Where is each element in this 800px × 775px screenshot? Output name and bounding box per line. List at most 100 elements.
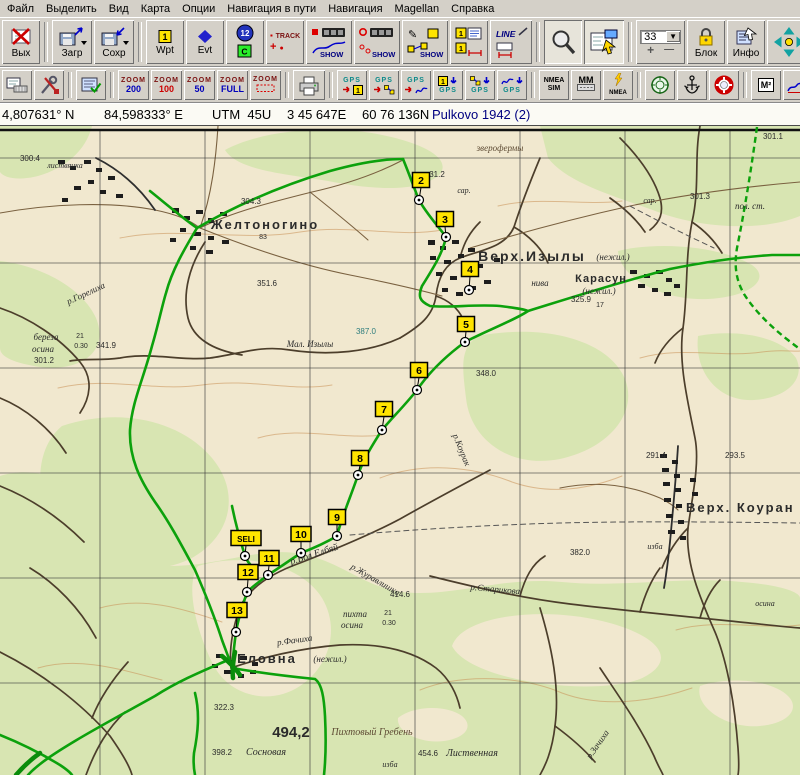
waypoint-button[interactable]: 1Wpt — [146, 20, 184, 64]
zoom-full-button[interactable]: ZOOMFULL — [217, 70, 248, 100]
map-label: пихта — [343, 609, 368, 619]
moving-map-icon: MM — [577, 76, 595, 94]
map-label: 301.2 — [34, 356, 55, 365]
map-label: береза — [34, 332, 59, 342]
load-button[interactable]: Загр — [52, 20, 92, 64]
map-label: листвянка — [46, 161, 82, 170]
gps-download-track-button[interactable]: GPS — [497, 70, 527, 100]
print-button[interactable] — [293, 70, 325, 100]
track-points-show-icon: SHOW — [358, 26, 396, 59]
printer-icon — [296, 74, 322, 96]
nmea-sim-button[interactable]: NMEASIM — [539, 70, 569, 100]
exit-button[interactable]: Вых — [2, 20, 40, 64]
zoom-tool-button[interactable] — [544, 20, 582, 64]
track-show-button[interactable]: SHOW — [306, 20, 352, 64]
pan-control[interactable]: ✕ — [767, 20, 800, 64]
village-block — [456, 292, 463, 296]
anchor-button[interactable] — [677, 70, 707, 100]
village-block — [84, 160, 91, 164]
gps-download-route-button[interactable]: GPS — [465, 70, 495, 100]
route-show-button[interactable]: ✎SHOW — [402, 20, 448, 64]
svg-text:12: 12 — [241, 29, 250, 38]
line-tool-button[interactable]: LINE — [490, 20, 532, 64]
profile-chart-icon — [786, 76, 800, 94]
route-show-icon: ✎SHOW — [406, 26, 444, 59]
zoom-window-button[interactable]: ZOOM — [250, 70, 281, 100]
gps-download-waypoints-button[interactable]: 1GPS — [433, 70, 463, 100]
village-block — [630, 270, 637, 274]
zoom-100-button[interactable]: ZOOM100 — [151, 70, 182, 100]
map-label: 454.6 — [418, 749, 439, 758]
menu-item-8[interactable]: Справка — [446, 2, 501, 16]
gps-upload-route-button[interactable]: GPS — [369, 70, 399, 100]
village-block — [664, 292, 671, 296]
toolbar-separator — [628, 22, 632, 62]
comment-count-button[interactable]: 12C — [226, 20, 264, 64]
event-diamond-icon — [196, 29, 214, 44]
man-overboard-button[interactable] — [709, 70, 739, 100]
nmea-button[interactable]: NMEA — [603, 70, 633, 100]
menu-item-5[interactable]: Навигация в пути — [222, 2, 323, 16]
svg-text:1: 1 — [441, 79, 445, 86]
track-record-control[interactable]: ▪ TRACK+ ● — [266, 20, 304, 64]
zoom-level-control[interactable]: 33▼ + — — [636, 20, 685, 64]
map-label: (нежил.) — [313, 654, 346, 664]
waypoint-list-button[interactable]: 11 — [450, 20, 488, 64]
map-label: 21 — [384, 610, 392, 617]
tools-icon — [37, 74, 61, 96]
zoom-200-button[interactable]: ZOOM200 — [118, 70, 149, 100]
village-block — [662, 468, 669, 472]
map-label: Пихтовый Гребень — [330, 727, 413, 738]
village-block — [674, 474, 680, 478]
menu-item-0[interactable]: Файл — [2, 2, 41, 16]
map-label: 0.30 — [382, 620, 396, 627]
area-button[interactable]: M² — [751, 70, 781, 100]
map-ruler-button[interactable] — [2, 70, 32, 100]
event-button[interactable]: Evt — [186, 20, 224, 64]
map-canvas[interactable]: Желтоногино83Верх.Изылы(нежил.)Карасун(н… — [0, 126, 800, 775]
village-block — [663, 482, 670, 486]
position-button[interactable] — [645, 70, 675, 100]
svg-text:5: 5 — [463, 319, 469, 331]
info-icon — [734, 26, 758, 47]
tools-button[interactable] — [34, 70, 64, 100]
gps-download-route-icon: GPS — [470, 76, 491, 95]
map-label: 300.4 — [20, 154, 41, 163]
gps-upload-track-button[interactable]: GPS — [401, 70, 431, 100]
village-block — [442, 288, 448, 292]
map-pointer-button[interactable] — [584, 20, 624, 64]
menu-item-1[interactable]: Выделить — [41, 2, 104, 16]
menu-item-3[interactable]: Карта — [136, 2, 177, 16]
map-label: сар. — [643, 196, 656, 205]
zoom-in-icon[interactable]: + — [647, 45, 654, 55]
profile-button[interactable] — [783, 70, 800, 100]
zoom-out-icon[interactable]: — — [664, 45, 674, 55]
info-button[interactable]: Инфо — [727, 20, 765, 64]
map-label: осина — [32, 344, 54, 354]
save-button[interactable]: Сохр — [94, 20, 134, 64]
track-points-show-button[interactable]: SHOW — [354, 20, 400, 64]
village-block — [224, 670, 231, 674]
map-properties-button[interactable] — [76, 70, 106, 100]
menu-item-7[interactable]: Magellan — [390, 2, 447, 16]
svg-text:1: 1 — [162, 32, 167, 42]
svg-text:4: 4 — [467, 264, 473, 276]
menu-item-4[interactable]: Опции — [177, 2, 222, 16]
village-block — [436, 272, 442, 276]
menu-item-2[interactable]: Вид — [104, 2, 136, 16]
map-label: Мал. Изылы — [286, 339, 333, 349]
status-field-2: UTM 45U — [212, 107, 271, 122]
menu-item-6[interactable]: Навигация — [323, 2, 389, 16]
map-label: 322.3 — [214, 703, 235, 712]
zoom-level-dropdown-icon[interactable]: ▼ — [666, 31, 680, 42]
lock-button[interactable]: Блок — [687, 20, 725, 64]
map-label: Еловна — [237, 651, 297, 666]
zoom-50-button[interactable]: ZOOM50 — [184, 70, 215, 100]
zoom-level-value[interactable]: 33 — [641, 31, 666, 43]
moving-map-button[interactable]: MM — [571, 70, 601, 100]
village-block — [638, 284, 645, 288]
magnifier-icon — [549, 27, 577, 57]
nmea-lightning-icon: NMEA — [609, 73, 627, 97]
map-label: нива — [531, 278, 549, 288]
gps-upload-waypoints-button[interactable]: GPS1 — [337, 70, 367, 100]
